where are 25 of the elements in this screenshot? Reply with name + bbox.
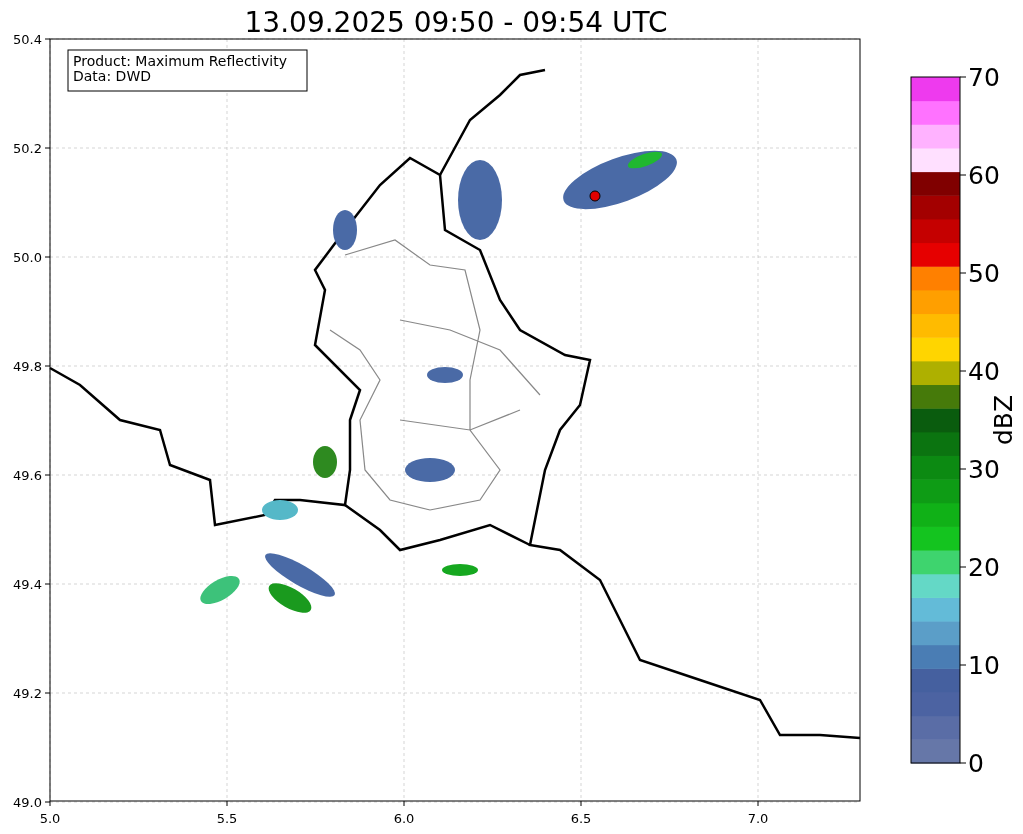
colorbar-tick-label: 0 <box>968 749 984 778</box>
x-tick-label: 7.0 <box>747 811 769 826</box>
x-tick-label: 5.0 <box>39 811 61 826</box>
y-tick-label: 50.0 <box>13 250 42 265</box>
x-tick-label: 6.5 <box>570 811 592 826</box>
x-tick-label: 5.5 <box>216 811 238 826</box>
chart-title: 13.09.2025 09:50 - 09:54 UTC <box>244 6 668 39</box>
colorbar-tick-label: 60 <box>968 161 1000 190</box>
legend-text: Data: DWD <box>73 68 151 84</box>
y-tick-label: 49.0 <box>13 795 42 810</box>
colorbar-tick-label: 10 <box>968 651 1000 680</box>
colorbar-tick-label: 70 <box>968 63 1000 92</box>
y-tick-label: 49.4 <box>13 577 42 592</box>
y-tick-label: 49.6 <box>13 468 42 483</box>
colorbar-tick-label: 40 <box>968 357 1000 386</box>
legend-text: Product: Maximum Reflectivity <box>73 53 287 69</box>
y-tick-label: 49.2 <box>13 686 42 701</box>
y-tick-label: 49.8 <box>13 359 42 374</box>
colorbar-label: dBZ <box>989 394 1018 446</box>
colorbar-tick-label: 20 <box>968 553 1000 582</box>
colorbar-tick-label: 30 <box>968 455 1000 484</box>
colorbar-tick-label: 50 <box>968 259 1000 288</box>
y-tick-label: 50.4 <box>13 32 42 47</box>
x-tick-label: 6.0 <box>393 811 415 826</box>
y-tick-label: 50.2 <box>13 141 42 156</box>
